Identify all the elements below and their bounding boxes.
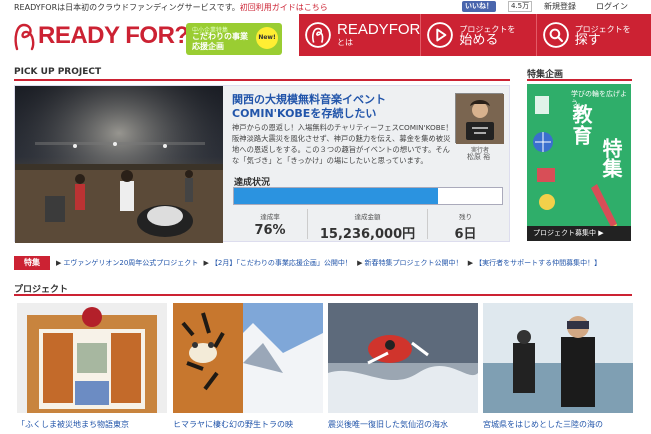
- guide-link[interactable]: 初回利用ガイドはこちら: [240, 3, 328, 12]
- nav-start-project[interactable]: プロジェクトを 始める: [420, 14, 535, 56]
- ticker-items: ▶ エヴァンゲリオン20周年公式プロジェクト ▶ 【2月】「こだわりの事業応援企画」…: [56, 259, 602, 267]
- nav-search-project[interactable]: プロジェクトを 探す: [535, 14, 651, 56]
- project-card[interactable]: 震災後唯一復旧した気仙沼の海水: [328, 303, 478, 434]
- play-icon: [427, 22, 454, 48]
- promo-badge: New!: [256, 27, 278, 49]
- main-nav: READYFOR とは プロジェクトを 始める プロジェクトを 探す: [299, 14, 651, 56]
- project-image: [17, 303, 167, 413]
- tagline: READYFORは日本初のクラウドファンディングサービスです。初回利用ガイドはこ…: [14, 3, 328, 12]
- feature-divider: [527, 79, 632, 81]
- education-feature-banner[interactable]: 学びの輪を広げよう。 教育 特集 プロジェクト募集中 ▶: [527, 84, 631, 241]
- executor-name[interactable]: 松原 裕: [467, 152, 490, 162]
- progress-bar: [233, 187, 503, 205]
- project-card[interactable]: ヒマラヤに棲む幻の野生トラの映: [173, 303, 323, 434]
- promo-title: こだわりの事業応援企画: [192, 32, 248, 51]
- login-link[interactable]: ログイン: [596, 0, 628, 14]
- register-link[interactable]: 新規登録: [544, 0, 576, 14]
- ticker-item[interactable]: 新春特集プロジェクト公開中！: [365, 259, 463, 267]
- executor-avatar: [455, 93, 504, 144]
- project-title[interactable]: 関西の大規模無料音楽イベントCOMIN'KOBEを存続したい: [232, 93, 452, 121]
- project-card-title[interactable]: 「ふくしま被災地まち物語東京: [17, 419, 167, 430]
- promo-banner[interactable]: 中小企業特集 こだわりの事業応援企画 New!: [186, 23, 282, 55]
- project-image: [328, 303, 478, 413]
- stat-remaining: 残り 6日: [454, 213, 477, 242]
- ticker-item[interactable]: エヴァンゲリオン20周年公式プロジェクト: [63, 259, 198, 267]
- project-image: [173, 303, 323, 413]
- feature-word-2: 特集: [599, 138, 623, 178]
- pickup-project-card[interactable]: 関西の大規模無料音楽イベントCOMIN'KOBEを存続したい 神戸からの恩返し！…: [14, 85, 510, 243]
- feature-cta[interactable]: プロジェクト募集中 ▶: [527, 226, 631, 241]
- project-card-title[interactable]: ヒマラヤに棲む幻の野生トラの映: [173, 419, 323, 430]
- project-card-title[interactable]: 宮城県をはじめとした三陸の海の: [483, 419, 633, 430]
- readyfor-logo[interactable]: READY FOR?: [12, 20, 189, 52]
- header: READY FOR? 中小企業特集 こだわりの事業応援企画 New! READY…: [0, 14, 651, 56]
- concert-photo: [15, 86, 223, 243]
- project-description: 神戸からの恩返し！入場無料のチャリティーフェスCOMIN'KOBE！阪神淡路大震…: [232, 123, 453, 165]
- facebook-like-count: 4.5万: [508, 1, 533, 12]
- pickup-divider: [14, 79, 510, 81]
- stat-rate: 達成率 76%: [233, 209, 308, 239]
- pickup-heading: PICK UP PROJECT: [14, 67, 102, 77]
- project-card-title[interactable]: 震災後唯一復旧した気仙沼の海水: [328, 419, 478, 430]
- ticker-item[interactable]: 【2月】「こだわりの事業応援企画」公開中！: [211, 259, 352, 267]
- project-card[interactable]: 「ふくしま被災地まち物語東京: [17, 303, 167, 434]
- progress-fill: [234, 188, 438, 204]
- readyfor-mark-icon: [305, 22, 331, 48]
- project-cards: 「ふくしま被災地まち物語東京 ヒマラヤに棲む幻の野生トラの映 震災後唯一復旧した…: [14, 303, 634, 434]
- feature-ticker: 特集 ▶ エヴァンゲリオン20周年公式プロジェクト ▶ 【2月】「こだわりの事業応援…: [14, 256, 632, 270]
- top-bar: READYFORは日本初のクラウドファンディングサービスです。初回利用ガイドはこ…: [0, 0, 651, 14]
- facebook-like-button[interactable]: いいね！: [462, 1, 496, 12]
- readyfor-logo-icon: [14, 23, 35, 51]
- project-image: [483, 303, 633, 413]
- projects-divider: [14, 294, 632, 296]
- nav-about[interactable]: READYFOR とは: [299, 14, 420, 56]
- feature-word-1: 教育: [569, 104, 593, 146]
- search-icon: [542, 22, 569, 48]
- project-stats: 達成率 76% 達成金額 15,236,000円 残り 6日: [233, 209, 503, 242]
- stat-amount: 達成金額 15,236,000円: [308, 209, 428, 242]
- ticker-tag: 特集: [14, 256, 50, 270]
- ticker-item[interactable]: 【実行者をサポートする仲間募集中！】: [475, 259, 601, 267]
- project-card[interactable]: 宮城県をはじめとした三陸の海の: [483, 303, 633, 434]
- logo-text: READY FOR?: [38, 22, 189, 49]
